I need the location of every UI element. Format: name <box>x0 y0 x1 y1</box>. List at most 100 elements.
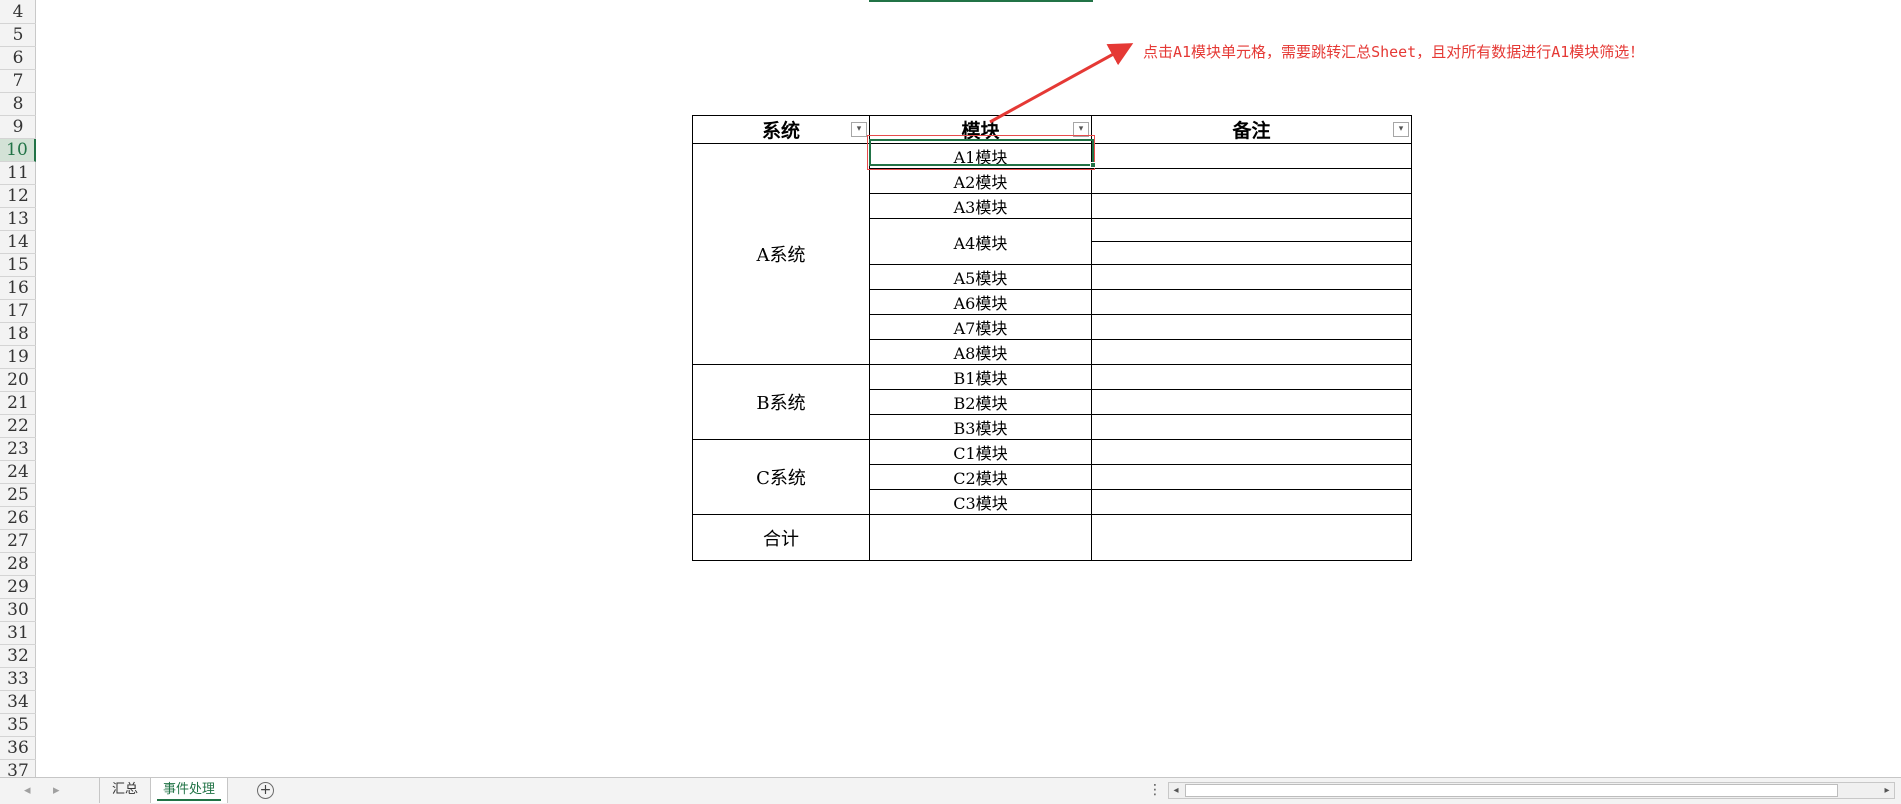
module-cell[interactable]: A5模块 <box>869 264 1092 290</box>
row-header[interactable]: 10 <box>0 139 36 162</box>
note-cell[interactable] <box>1091 489 1412 515</box>
total-label-cell[interactable]: 合计 <box>692 514 870 561</box>
row-header[interactable]: 9 <box>0 116 36 139</box>
module-cell[interactable]: A4模块 <box>869 218 1092 265</box>
table-row: B系统 B1模块 <box>692 364 1412 440</box>
row-header[interactable]: 37 <box>0 760 36 777</box>
row-header[interactable]: 24 <box>0 461 36 484</box>
row-header[interactable]: 17 <box>0 300 36 323</box>
tab-summary[interactable]: 汇总 <box>99 778 150 803</box>
more-options-icon[interactable]: ⋮ <box>1148 782 1162 798</box>
tab-label: 汇总 <box>112 782 139 797</box>
note-cell[interactable] <box>1091 218 1412 242</box>
note-cell[interactable] <box>1091 143 1412 169</box>
annotation-text: 点击A1模块单元格，需要跳转汇总Sheet，且对所有数据进行A1模块筛选！ <box>1143 43 1645 61</box>
row-header[interactable]: 32 <box>0 645 36 668</box>
row-header[interactable]: 6 <box>0 47 36 70</box>
module-cell[interactable]: B3模块 <box>869 414 1092 440</box>
row-header[interactable]: 30 <box>0 599 36 622</box>
add-sheet-icon[interactable]: + <box>257 782 274 799</box>
module-cell[interactable]: B2模块 <box>869 389 1092 415</box>
active-tab-underline <box>157 799 222 801</box>
row-header[interactable]: 34 <box>0 691 36 714</box>
row-header[interactable]: 35 <box>0 714 36 737</box>
module-cell[interactable]: A3模块 <box>869 193 1092 219</box>
row-header[interactable]: 31 <box>0 622 36 645</box>
tab-nav-next-icon[interactable]: ▸ <box>53 783 60 798</box>
module-cell[interactable]: A6模块 <box>869 289 1092 315</box>
row-header[interactable]: 7 <box>0 70 36 93</box>
total-module-cell[interactable] <box>869 514 1092 561</box>
module-cell[interactable]: C3模块 <box>869 489 1092 515</box>
row-header[interactable]: 29 <box>0 576 36 599</box>
row-header[interactable]: 15 <box>0 254 36 277</box>
header-row: 系统 ▾ 模块 ▾ 备注 ▾ <box>692 115 1412 144</box>
row-header[interactable]: 22 <box>0 415 36 438</box>
row-header[interactable]: 33 <box>0 668 36 691</box>
filter-dropdown-icon[interactable]: ▾ <box>851 122 867 137</box>
table-row: A系统 A1模块 <box>692 143 1412 365</box>
row-header[interactable]: 8 <box>0 93 36 116</box>
note-cell[interactable] <box>1091 264 1412 290</box>
fill-handle[interactable] <box>1090 162 1096 168</box>
total-note-cell[interactable] <box>1091 514 1412 561</box>
system-cell-b[interactable]: B系统 <box>692 364 870 440</box>
header-note-cell[interactable]: 备注 ▾ <box>1091 115 1412 144</box>
row-header[interactable]: 16 <box>0 277 36 300</box>
scrollbar-thumb[interactable] <box>1185 784 1838 797</box>
tab-event-handling[interactable]: 事件处理 <box>150 778 229 803</box>
row-header[interactable]: 20 <box>0 369 36 392</box>
module-cell[interactable]: A2模块 <box>869 168 1092 194</box>
header-system-cell[interactable]: 系统 ▾ <box>692 115 870 144</box>
sheet-tab-bar: ◂ ▸ 汇总 事件处理 + ⋮ ◂ ▸ <box>0 777 1901 804</box>
row-header[interactable]: 27 <box>0 530 36 553</box>
row-headers: 4 5 6 7 8 9 10 11 12 13 14 15 16 17 18 19 20 21 22 23 24 25 26… <box>0 0 36 777</box>
tab-nav-prev-icon[interactable]: ◂ <box>24 783 31 798</box>
note-cell[interactable] <box>1091 193 1412 219</box>
filter-dropdown-icon[interactable]: ▾ <box>1073 122 1089 137</box>
total-row: 合计 <box>692 514 1412 561</box>
header-module-label: 模块 <box>961 120 1000 142</box>
row-header[interactable]: 11 <box>0 162 36 185</box>
row-header[interactable]: 5 <box>0 24 36 47</box>
filter-dropdown-icon[interactable]: ▾ <box>1393 122 1409 137</box>
row-header[interactable]: 25 <box>0 484 36 507</box>
note-cell[interactable] <box>1091 289 1412 315</box>
system-cell-c[interactable]: C系统 <box>692 439 870 515</box>
header-system-label: 系统 <box>761 120 800 142</box>
row-header[interactable]: 28 <box>0 553 36 576</box>
row-header[interactable]: 18 <box>0 323 36 346</box>
module-cell[interactable]: A1模块 <box>869 143 1092 169</box>
note-cell[interactable] <box>1091 389 1412 415</box>
arrow-line <box>989 43 1134 124</box>
module-cell[interactable]: A8模块 <box>869 339 1092 365</box>
module-cell[interactable]: B1模块 <box>869 364 1092 390</box>
scroll-right-icon[interactable]: ▸ <box>1880 783 1894 798</box>
active-column-indicator <box>869 0 1093 2</box>
row-header[interactable]: 21 <box>0 392 36 415</box>
note-cell[interactable] <box>1091 168 1412 194</box>
worksheet-area[interactable]: 4 5 6 7 8 9 10 11 12 13 14 15 16 17 18 19 20 21 22 23 24 25 26… <box>0 0 1901 777</box>
row-header[interactable]: 26 <box>0 507 36 530</box>
note-cell[interactable] <box>1091 414 1412 440</box>
note-cell[interactable] <box>1091 241 1412 265</box>
row-header[interactable]: 13 <box>0 208 36 231</box>
scroll-left-icon[interactable]: ◂ <box>1169 783 1183 798</box>
note-cell[interactable] <box>1091 464 1412 490</box>
row-header[interactable]: 23 <box>0 438 36 461</box>
system-cell-a[interactable]: A系统 <box>692 143 870 365</box>
row-header[interactable]: 12 <box>0 185 36 208</box>
note-cell[interactable] <box>1091 314 1412 340</box>
row-header[interactable]: 19 <box>0 346 36 369</box>
note-cell[interactable] <box>1091 439 1412 465</box>
module-cell[interactable]: C2模块 <box>869 464 1092 490</box>
module-cell[interactable]: C1模块 <box>869 439 1092 465</box>
note-cell[interactable] <box>1091 339 1412 365</box>
module-cell[interactable]: A7模块 <box>869 314 1092 340</box>
row-header[interactable]: 14 <box>0 231 36 254</box>
row-header[interactable]: 4 <box>0 1 36 24</box>
note-cell[interactable] <box>1091 364 1412 390</box>
row-header[interactable]: 36 <box>0 737 36 760</box>
horizontal-scrollbar[interactable]: ◂ ▸ <box>1168 782 1895 799</box>
header-module-cell[interactable]: 模块 ▾ <box>869 115 1092 144</box>
